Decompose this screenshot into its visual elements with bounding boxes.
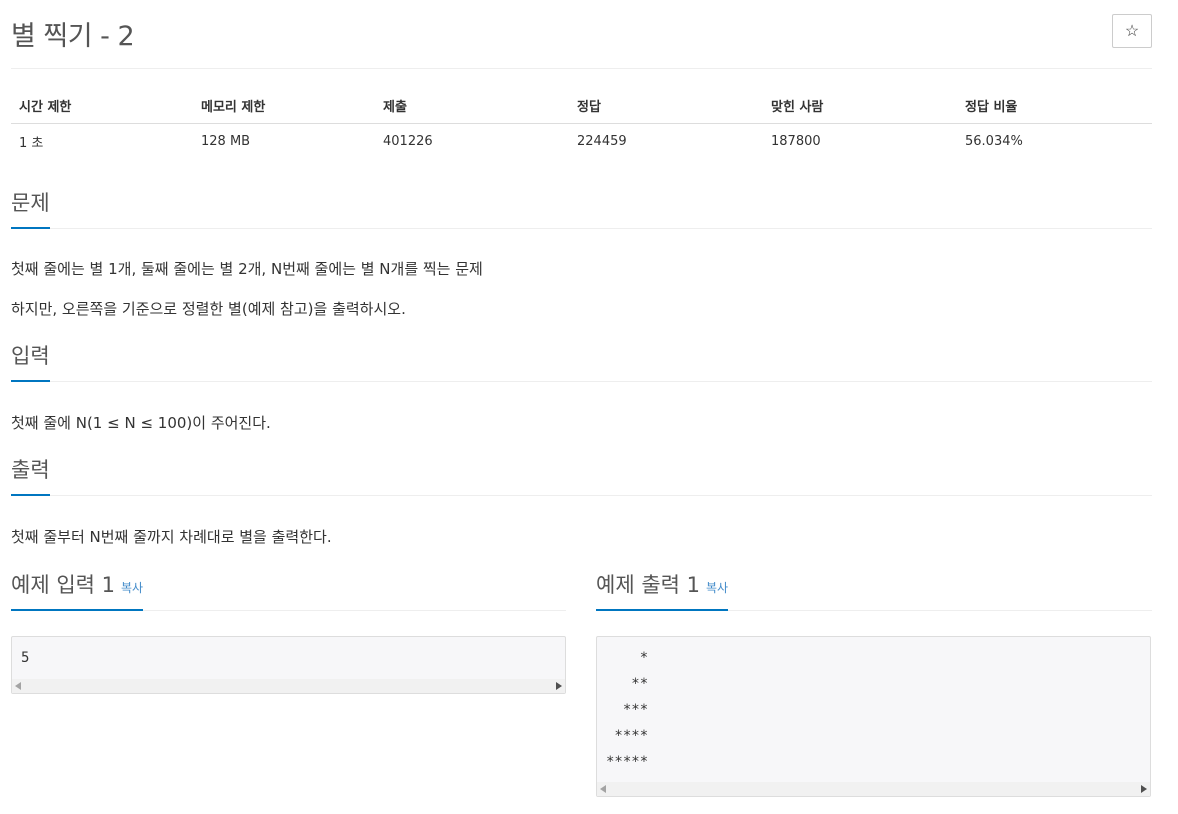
sample-input-header: 예제 입력 1 복사 — [11, 571, 566, 611]
page-title: 별 찍기 - 2 — [11, 21, 135, 52]
info-header-row: 시간 제한 메모리 제한 제출 정답 맞힌 사람 정답 비율 — [11, 88, 1152, 124]
sample-output-header: 예제 출력 1 복사 — [596, 571, 1152, 611]
sample-input-box: 5 — [11, 636, 566, 694]
sample-input-content: 5 — [21, 650, 30, 666]
star-icon: ☆ — [1124, 23, 1140, 40]
title-row: 별 찍기 - 2 ☆ — [11, 0, 1152, 69]
description-section-header: 문제 — [11, 189, 1152, 229]
accept-ratio-header: 정답 비율 — [957, 88, 1152, 124]
scroll-right-arrow-icon[interactable] — [556, 682, 562, 690]
output-title: 출력 — [11, 456, 50, 496]
accept-ratio-value: 56.034% — [965, 133, 1023, 149]
input-description: 첫째 줄에 N(1 ≤ N ≤ 100)이 주어진다. — [11, 414, 271, 432]
sample-output-scrollbar[interactable] — [597, 782, 1150, 796]
description-line-1: 첫째 줄에는 별 1개, 둘째 줄에는 별 2개, N번째 줄에는 별 N개를 … — [11, 260, 483, 278]
sample-output-content: * ** *** **** ***** — [606, 650, 649, 770]
input-title: 입력 — [11, 342, 50, 382]
sample-output-title: 예제 출력 1 — [596, 573, 700, 597]
solvers-header: 맞힌 사람 — [763, 88, 957, 124]
sample-input-title-wrap: 예제 입력 1 복사 — [11, 571, 144, 611]
sample-input-title: 예제 입력 1 — [11, 573, 115, 597]
input-section-header: 입력 — [11, 342, 1152, 382]
description-title: 문제 — [11, 189, 50, 229]
problem-info-table: 시간 제한 메모리 제한 제출 정답 맞힌 사람 정답 비율 1 초 128 M… — [11, 88, 1152, 159]
copy-sample-output-link[interactable]: 복사 — [706, 581, 728, 595]
sample-input-scrollbar[interactable] — [12, 679, 565, 693]
time-limit-value: 1 초 — [19, 135, 44, 151]
accepted-header: 정답 — [569, 88, 763, 124]
sample-output-box: * ** *** **** ***** — [596, 636, 1151, 797]
scroll-left-arrow-icon[interactable] — [600, 785, 606, 793]
scroll-right-arrow-icon[interactable] — [1141, 785, 1147, 793]
favorite-button[interactable]: ☆ — [1112, 14, 1152, 48]
submissions-value: 401226 — [383, 133, 433, 149]
problem-page: 별 찍기 - 2 ☆ 시간 제한 메모리 제한 제출 정답 맞힌 사람 정답 비… — [11, 0, 1152, 797]
memory-limit-value: 128 MB — [201, 133, 251, 149]
output-description: 첫째 줄부터 N번째 줄까지 차례대로 별을 출력한다. — [11, 528, 332, 546]
description-line-2: 하지만, 오른쪽을 기준으로 정렬한 별(예제 참고)을 출력하시오. — [11, 300, 406, 318]
accepted-value: 224459 — [577, 133, 627, 149]
memory-limit-header: 메모리 제한 — [193, 88, 375, 124]
time-limit-header: 시간 제한 — [11, 88, 193, 124]
copy-sample-input-link[interactable]: 복사 — [121, 581, 143, 595]
submissions-header: 제출 — [375, 88, 569, 124]
scroll-left-arrow-icon[interactable] — [15, 682, 21, 690]
output-section-header: 출력 — [11, 456, 1152, 496]
sample-output-title-wrap: 예제 출력 1 복사 — [596, 571, 729, 611]
solvers-value: 187800 — [771, 133, 821, 149]
info-value-row: 1 초 128 MB 401226 224459 187800 56.034% — [11, 123, 1152, 159]
